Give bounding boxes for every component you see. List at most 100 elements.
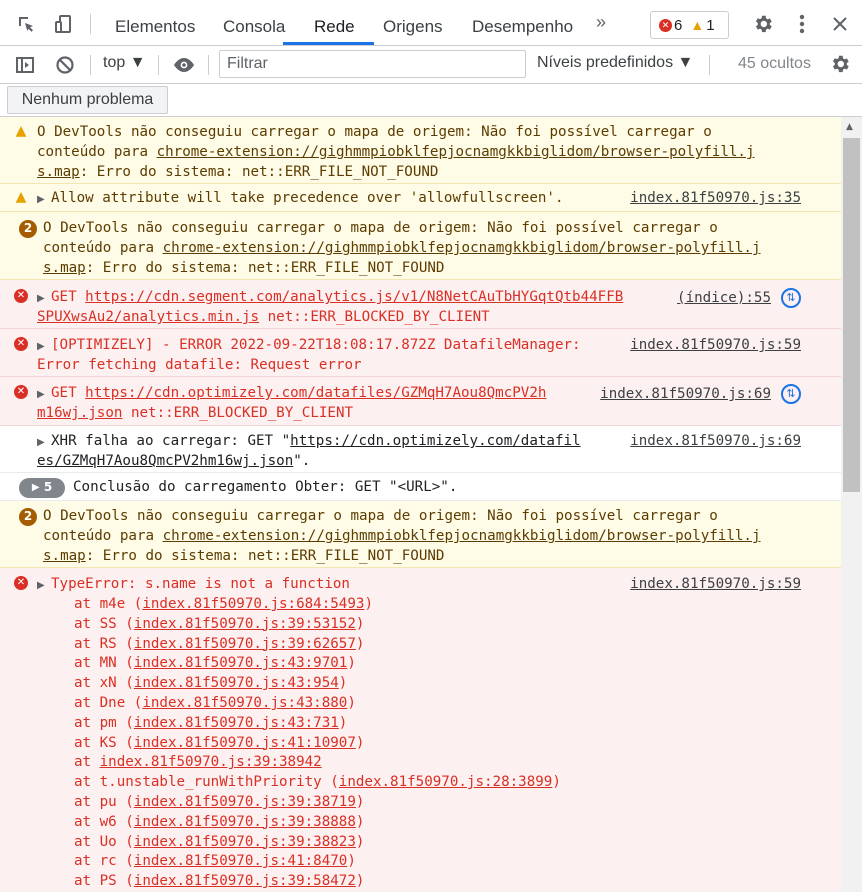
- repeat-count-badge: 2: [19, 508, 37, 526]
- error-text: net::ERR_BLOCKED_BY_CLIENT: [122, 405, 354, 421]
- context-selector[interactable]: top ▼: [103, 54, 146, 72]
- source-link[interactable]: (índice):55: [677, 289, 771, 309]
- hidden-messages-count: 45 ocultos: [738, 55, 811, 72]
- request-url-link[interactable]: m16wj.json: [37, 405, 122, 421]
- live-expression-eye-icon[interactable]: [172, 53, 196, 77]
- stack-at-label: at: [74, 635, 100, 652]
- source-map-link[interactable]: s.map: [43, 548, 86, 564]
- error-icon: ✕: [659, 18, 672, 32]
- message-text: Conclusão do carregamento Obter: GET "<U…: [73, 479, 458, 495]
- stack-source-link[interactable]: index.81f50970.js:43:9701: [134, 655, 348, 671]
- filter-input[interactable]: [219, 50, 526, 78]
- stack-function-name: pm: [99, 714, 126, 731]
- source-link[interactable]: index.81f50970.js:69: [630, 432, 801, 452]
- console-message-warning: ▲ ▶ Allow attribute will take precedence …: [0, 184, 841, 212]
- close-icon[interactable]: [828, 12, 852, 36]
- stack-source-link[interactable]: index.81f50970.js:43:731: [134, 715, 339, 731]
- message-text: conteúdo para: [37, 144, 157, 160]
- sidebar-toggle-icon[interactable]: [13, 53, 37, 77]
- request-url-link[interactable]: es/GZMqH7Aou8QmcPV2hm16wj.json: [37, 453, 293, 469]
- tab-consola[interactable]: Consola: [223, 0, 285, 46]
- console-message-error: ✕ ▶ GET https://cdn.segment.com/analytics…: [0, 280, 841, 329]
- tab-elementos[interactable]: Elementos: [115, 0, 195, 46]
- paren: (: [125, 635, 134, 652]
- stack-frame: at rc (index.81f50970.js:41:8470): [74, 852, 356, 872]
- stack-function-name: MN: [99, 655, 126, 672]
- stack-source-link[interactable]: index.81f50970.js:41:8470: [134, 853, 348, 869]
- network-panel-icon[interactable]: ⇅: [781, 384, 801, 404]
- source-map-link[interactable]: chrome-extension://gighmmpiobklfepjocnam…: [163, 528, 761, 544]
- device-toolbar-icon[interactable]: [52, 12, 76, 36]
- request-url-link[interactable]: https://cdn.optimizely.com/datafil: [290, 433, 580, 449]
- stack-frame: at KS (index.81f50970.js:41:10907): [74, 734, 364, 754]
- console-message-warning: ▲ O DevTools não conseguiu carregar o ma…: [0, 117, 841, 184]
- expand-triangle-icon[interactable]: ▶: [37, 576, 51, 596]
- expand-triangle-icon[interactable]: ▶: [37, 433, 51, 453]
- message-text: O DevTools não conseguiu carregar o mapa…: [43, 508, 718, 524]
- expand-triangle-icon[interactable]: ▶: [37, 190, 51, 210]
- error-icon: ✕: [14, 289, 28, 303]
- issues-counter-badge[interactable]: ✕ 6 ▲ 1: [650, 11, 729, 39]
- source-link[interactable]: index.81f50970.js:69: [600, 385, 771, 405]
- clear-console-icon[interactable]: [53, 53, 77, 77]
- error-icon: ✕: [14, 337, 28, 351]
- stack-source-link[interactable]: index.81f50970.js:684:5493: [142, 596, 364, 612]
- tab-desempenho[interactable]: Desempenho: [472, 0, 573, 46]
- tab-origens[interactable]: Origens: [383, 0, 443, 46]
- stack-at-label: at: [74, 774, 100, 791]
- settings-gear-icon[interactable]: [751, 12, 775, 36]
- stack-at-label: at: [74, 675, 100, 692]
- stack-at-label: at: [74, 695, 100, 711]
- expand-triangle-icon[interactable]: ▶: [37, 385, 51, 405]
- paren: ): [355, 873, 365, 890]
- expand-triangle-icon[interactable]: ▶: [37, 337, 51, 357]
- issues-button[interactable]: Nenhum problema: [7, 86, 168, 114]
- message-text: ".: [293, 453, 311, 469]
- inspect-element-icon[interactable]: [14, 12, 38, 36]
- stack-source-link[interactable]: index.81f50970.js:43:880: [142, 695, 347, 711]
- more-options-icon[interactable]: [790, 12, 814, 36]
- request-url-link[interactable]: https://cdn.segment.com/analytics.js/v1/…: [85, 289, 623, 305]
- stack-source-link[interactable]: index.81f50970.js:39:38888: [134, 814, 356, 830]
- stack-source-link[interactable]: index.81f50970.js:43:954: [134, 675, 339, 691]
- source-link[interactable]: index.81f50970.js:35: [630, 189, 801, 209]
- error-icon: ✕: [14, 385, 28, 399]
- stack-source-link[interactable]: index.81f50970.js:39:38942: [100, 754, 322, 770]
- log-levels-dropdown[interactable]: Níveis predefinidos ▼: [537, 54, 693, 72]
- stack-source-link[interactable]: index.81f50970.js:39:38823: [134, 834, 356, 850]
- network-panel-icon[interactable]: ⇅: [781, 288, 801, 308]
- divider: [90, 55, 91, 75]
- expand-triangle-icon[interactable]: ▶: [37, 289, 51, 309]
- stack-source-link[interactable]: index.81f50970.js:28:3899: [339, 774, 553, 790]
- error-icon: ✕: [14, 576, 28, 590]
- more-tabs-button[interactable]: »: [596, 12, 606, 33]
- source-link[interactable]: index.81f50970.js:59: [630, 336, 801, 356]
- stack-source-link[interactable]: index.81f50970.js:39:62657: [134, 636, 356, 652]
- paren: (: [125, 853, 134, 870]
- source-map-link[interactable]: s.map: [37, 164, 80, 180]
- stack-function-name: xN: [99, 675, 126, 692]
- source-map-link[interactable]: chrome-extension://gighmmpiobklfepjocnam…: [157, 144, 755, 160]
- console-messages[interactable]: ▲ O DevTools não conseguiu carregar o ma…: [0, 117, 841, 892]
- console-message-error: ✕ ▶ [OPTIMIZELY] - ERROR 2022-09-22T18:08…: [0, 329, 841, 377]
- stack-at-label: at: [74, 714, 100, 731]
- paren: ): [355, 635, 365, 652]
- stack-source-link[interactable]: index.81f50970.js:39:58472: [134, 873, 356, 889]
- divider: [709, 55, 710, 75]
- request-url-link[interactable]: SPUXwsAu2/analytics.min.js: [37, 309, 259, 325]
- stack-frame: at index.81f50970.js:39:38942: [74, 753, 322, 773]
- console-settings-gear-icon[interactable]: [828, 52, 852, 76]
- stack-source-link[interactable]: index.81f50970.js:39:38719: [134, 794, 356, 810]
- request-url-link[interactable]: https://cdn.optimizely.com/datafiles/GZM…: [85, 385, 546, 401]
- warning-icon: ▲: [690, 17, 705, 33]
- source-map-link[interactable]: s.map: [43, 260, 86, 276]
- stack-source-link[interactable]: index.81f50970.js:39:53152: [134, 616, 356, 632]
- scrollbar-thumb[interactable]: [843, 138, 860, 492]
- source-map-link[interactable]: chrome-extension://gighmmpiobklfepjocnam…: [163, 240, 761, 256]
- tab-rede[interactable]: Rede: [314, 0, 355, 46]
- scroll-up-arrow-icon[interactable]: ▲: [846, 122, 853, 132]
- stack-source-link[interactable]: index.81f50970.js:41:10907: [134, 735, 356, 751]
- source-link[interactable]: index.81f50970.js:59: [630, 575, 801, 595]
- group-count-badge[interactable]: ▶ 5: [19, 478, 65, 498]
- paren: (: [125, 813, 134, 830]
